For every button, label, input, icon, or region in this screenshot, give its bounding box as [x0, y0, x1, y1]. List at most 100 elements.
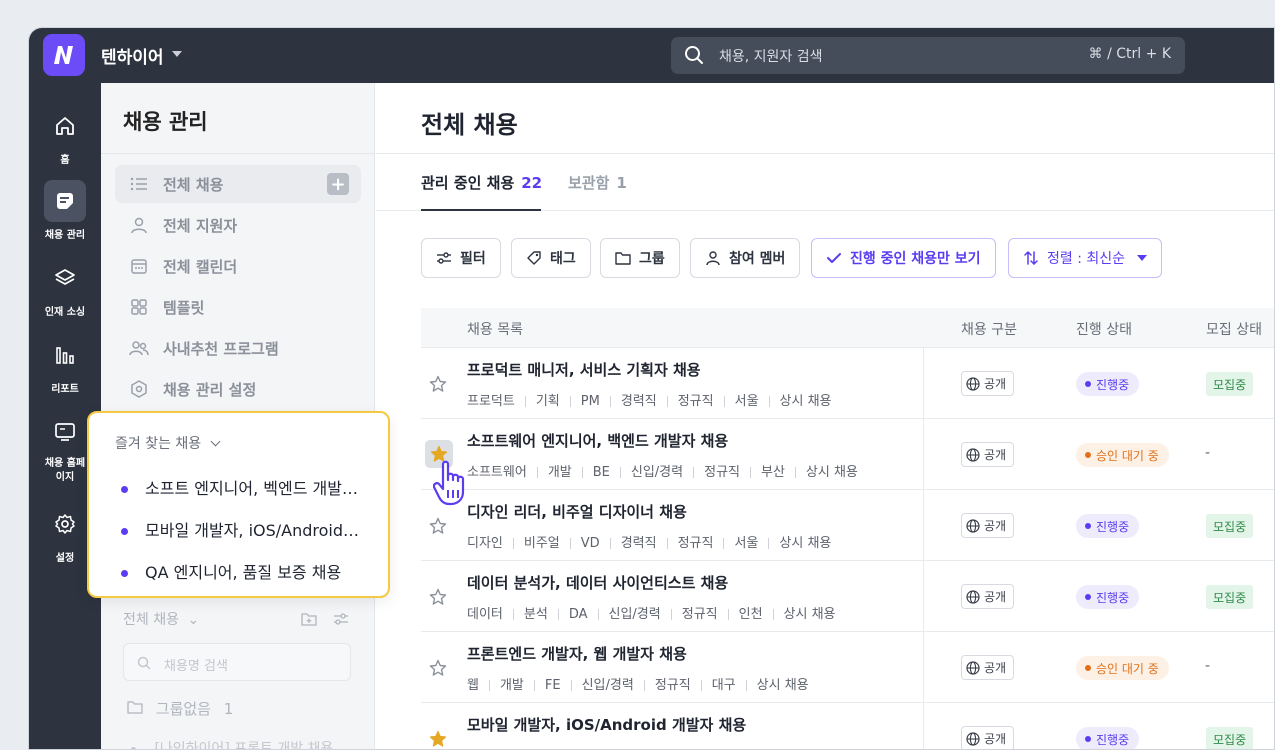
favorite-item[interactable]: 소프트 엔지니어, 벡엔드 개발…: [121, 475, 371, 499]
job-tag: 웹: [467, 678, 479, 693]
group-label: 그룹: [639, 251, 665, 267]
job-tag: 서울: [734, 536, 759, 551]
rail-item-home[interactable]: 홈: [29, 105, 101, 166]
job-title[interactable]: 소프트웨어 엔지니어, 백엔드 개발자 채용: [467, 430, 728, 451]
group-count: 1: [223, 700, 234, 718]
column-divider: [923, 348, 924, 418]
company-dropdown-icon[interactable]: [172, 51, 182, 57]
group-none[interactable]: 그룹없음 1: [127, 698, 233, 719]
job-tags: 소프트웨어 개발 BE 신입/경력 정규직 부산 상시 채용: [467, 461, 858, 480]
table-row[interactable]: 모바일 개발자, iOS/Android 개발자 채용모바일개발MD신입/경력정…: [421, 703, 1274, 749]
job-title[interactable]: 모바일 개발자, iOS/Android 개발자 채용: [467, 714, 746, 735]
tag-separator: [536, 467, 538, 478]
tag-separator: [581, 467, 583, 478]
job-title[interactable]: 프론트엔드 개발자, 웹 개발자 채용: [467, 643, 687, 664]
tag-separator: [670, 609, 672, 620]
status-label: 승인 대기 중: [1096, 448, 1159, 463]
job-tag: PM: [580, 394, 600, 409]
visibility-label: 공개: [984, 732, 1007, 746]
search-shortcut: ⌘ / Ctrl + K: [1088, 46, 1171, 62]
sidebar-item-calendar[interactable]: 전체 캘린더: [115, 247, 361, 285]
table-row[interactable]: 데이터 분석가, 데이터 사이언티스트 채용 데이터 분석 DA 신입/경력 정규직 인천 상…: [421, 561, 1274, 632]
column-header[interactable]: 진행 상태: [1076, 319, 1132, 339]
rail-item-sourcing[interactable]: 인재 소싱: [29, 257, 101, 318]
top-bar: 텐하이어 채용, 지원자 검색 ⌘ / Ctrl + K: [29, 28, 1274, 83]
caret-down-icon: [1137, 255, 1148, 261]
job-list-header[interactable]: 전체 채용 ⌄: [123, 609, 199, 629]
table-row[interactable]: 프론트엔드 개발자, 웹 개발자 채용 웹 개발 FE 신입/경력 정규직 대구 상시 채용 공…: [421, 632, 1274, 703]
sidebar-item-all-applicants[interactable]: 전체 지원자: [115, 206, 361, 244]
globe-icon: [966, 731, 980, 746]
tag-separator: [512, 609, 514, 620]
status-label: 승인 대기 중: [1096, 661, 1159, 676]
sort-label: 정렬 : 최신순: [1047, 251, 1126, 267]
job-title[interactable]: 디자인 리더, 비주얼 디자이너 채용: [467, 501, 687, 522]
progress-status-badge: 진행중: [1076, 372, 1140, 396]
star-filled-icon[interactable]: [429, 730, 447, 749]
filter-sliders-icon[interactable]: [333, 611, 349, 630]
column-header[interactable]: 채용 목록: [467, 319, 523, 339]
list-item[interactable]: [나인하이어] 프론트 개발 채용: [131, 738, 333, 749]
sidebar-item-all-jobs[interactable]: 전체 채용 +: [115, 165, 361, 203]
group-label: 그룹없음: [155, 700, 211, 718]
recruit-status: -: [1205, 445, 1211, 461]
person-icon: [705, 250, 721, 266]
add-job-button[interactable]: +: [327, 173, 349, 195]
app-logo[interactable]: [43, 34, 85, 76]
visibility-badge: 공개: [961, 371, 1015, 396]
sidebar-item-referral[interactable]: 사내추천 프로그램: [115, 329, 361, 367]
sidebar-item-templates[interactable]: 템플릿: [115, 288, 361, 326]
recruit-status-badge: 모집중: [1206, 727, 1254, 749]
rail-label-settings: 설정: [55, 553, 75, 564]
tag-button[interactable]: 태그: [511, 238, 591, 278]
bar-chart-icon: [44, 334, 86, 376]
star-outline-icon[interactable]: [429, 659, 447, 681]
job-tag: 정규직: [654, 678, 691, 693]
rail-item-hiring[interactable]: 채용 관리: [29, 180, 101, 241]
favorites-header[interactable]: 즐겨 찾는 채용: [115, 433, 221, 453]
favorite-item[interactable]: QA 엔지니어, 품질 보증 채용: [121, 559, 371, 583]
star-outline-icon[interactable]: [429, 517, 447, 539]
filter-button[interactable]: 필터: [421, 238, 501, 278]
add-folder-icon[interactable]: [301, 611, 317, 630]
status-dot: [1085, 736, 1091, 742]
members-button[interactable]: 참여 멤버: [690, 238, 801, 278]
table-row[interactable]: 프로덕트 매니저, 서비스 기획자 채용 프로덕트 기획 PM 경력직 정규직 서울 상시 채…: [421, 348, 1274, 419]
column-header[interactable]: 모집 상태: [1206, 319, 1262, 339]
job-tag: VD: [580, 536, 600, 551]
job-tag: 상시 채용: [779, 394, 832, 409]
company-name[interactable]: 텐하이어: [101, 43, 164, 68]
job-tag: 정규직: [704, 465, 740, 480]
job-search-input[interactable]: 채용명 검색: [123, 643, 351, 681]
visibility-label: 공개: [984, 448, 1007, 462]
rail-item-report[interactable]: 리포트: [29, 334, 101, 395]
sort-dropdown[interactable]: 정렬 : 최신순: [1008, 238, 1163, 278]
column-header[interactable]: 채용 구분: [961, 319, 1017, 339]
folder-icon: [127, 700, 148, 718]
star-outline-icon[interactable]: [429, 375, 447, 397]
sidebar-item-label: 전체 지원자: [163, 216, 238, 235]
tag-separator: [643, 680, 645, 691]
job-tag: FE: [544, 678, 561, 693]
job-title[interactable]: 프로덕트 매니저, 서비스 기획자 채용: [467, 359, 701, 380]
progress-status-badge: 진행중: [1076, 585, 1140, 609]
table-row[interactable]: 소프트웨어 엔지니어, 백엔드 개발자 채용소프트웨어 개발 BE 신입/경력 정규직 부…: [421, 419, 1274, 490]
global-search[interactable]: 채용, 지원자 검색 ⌘ / Ctrl + K: [671, 37, 1185, 74]
sidebar-item-settings[interactable]: 채용 관리 설정: [115, 370, 361, 408]
tag-separator: [794, 467, 796, 478]
group-button[interactable]: 그룹: [600, 238, 680, 278]
tab-archive[interactable]: 보관함 1: [568, 172, 627, 193]
grid-icon: [129, 297, 149, 317]
ongoing-only-toggle[interactable]: 진행 중인 채용만 보기: [811, 238, 996, 278]
person-icon: [129, 215, 149, 235]
job-tag: 인천: [738, 607, 763, 622]
bullet: [131, 746, 136, 749]
tag-separator: [772, 609, 774, 620]
table-row[interactable]: 디자인 리더, 비주얼 디자이너 채용 디자인 비주얼 VD 경력직 정규직 서울 상시 채용…: [421, 490, 1274, 561]
job-title[interactable]: 데이터 분석가, 데이터 사이언티스트 채용: [467, 572, 728, 593]
tag-separator: [723, 538, 725, 549]
favorite-item[interactable]: 모바일 개발자, iOS/Android…: [121, 517, 371, 541]
star-outline-icon[interactable]: [429, 588, 447, 610]
tab-managed[interactable]: 관리 중인 채용 22: [421, 172, 542, 193]
search-icon: [684, 45, 704, 69]
